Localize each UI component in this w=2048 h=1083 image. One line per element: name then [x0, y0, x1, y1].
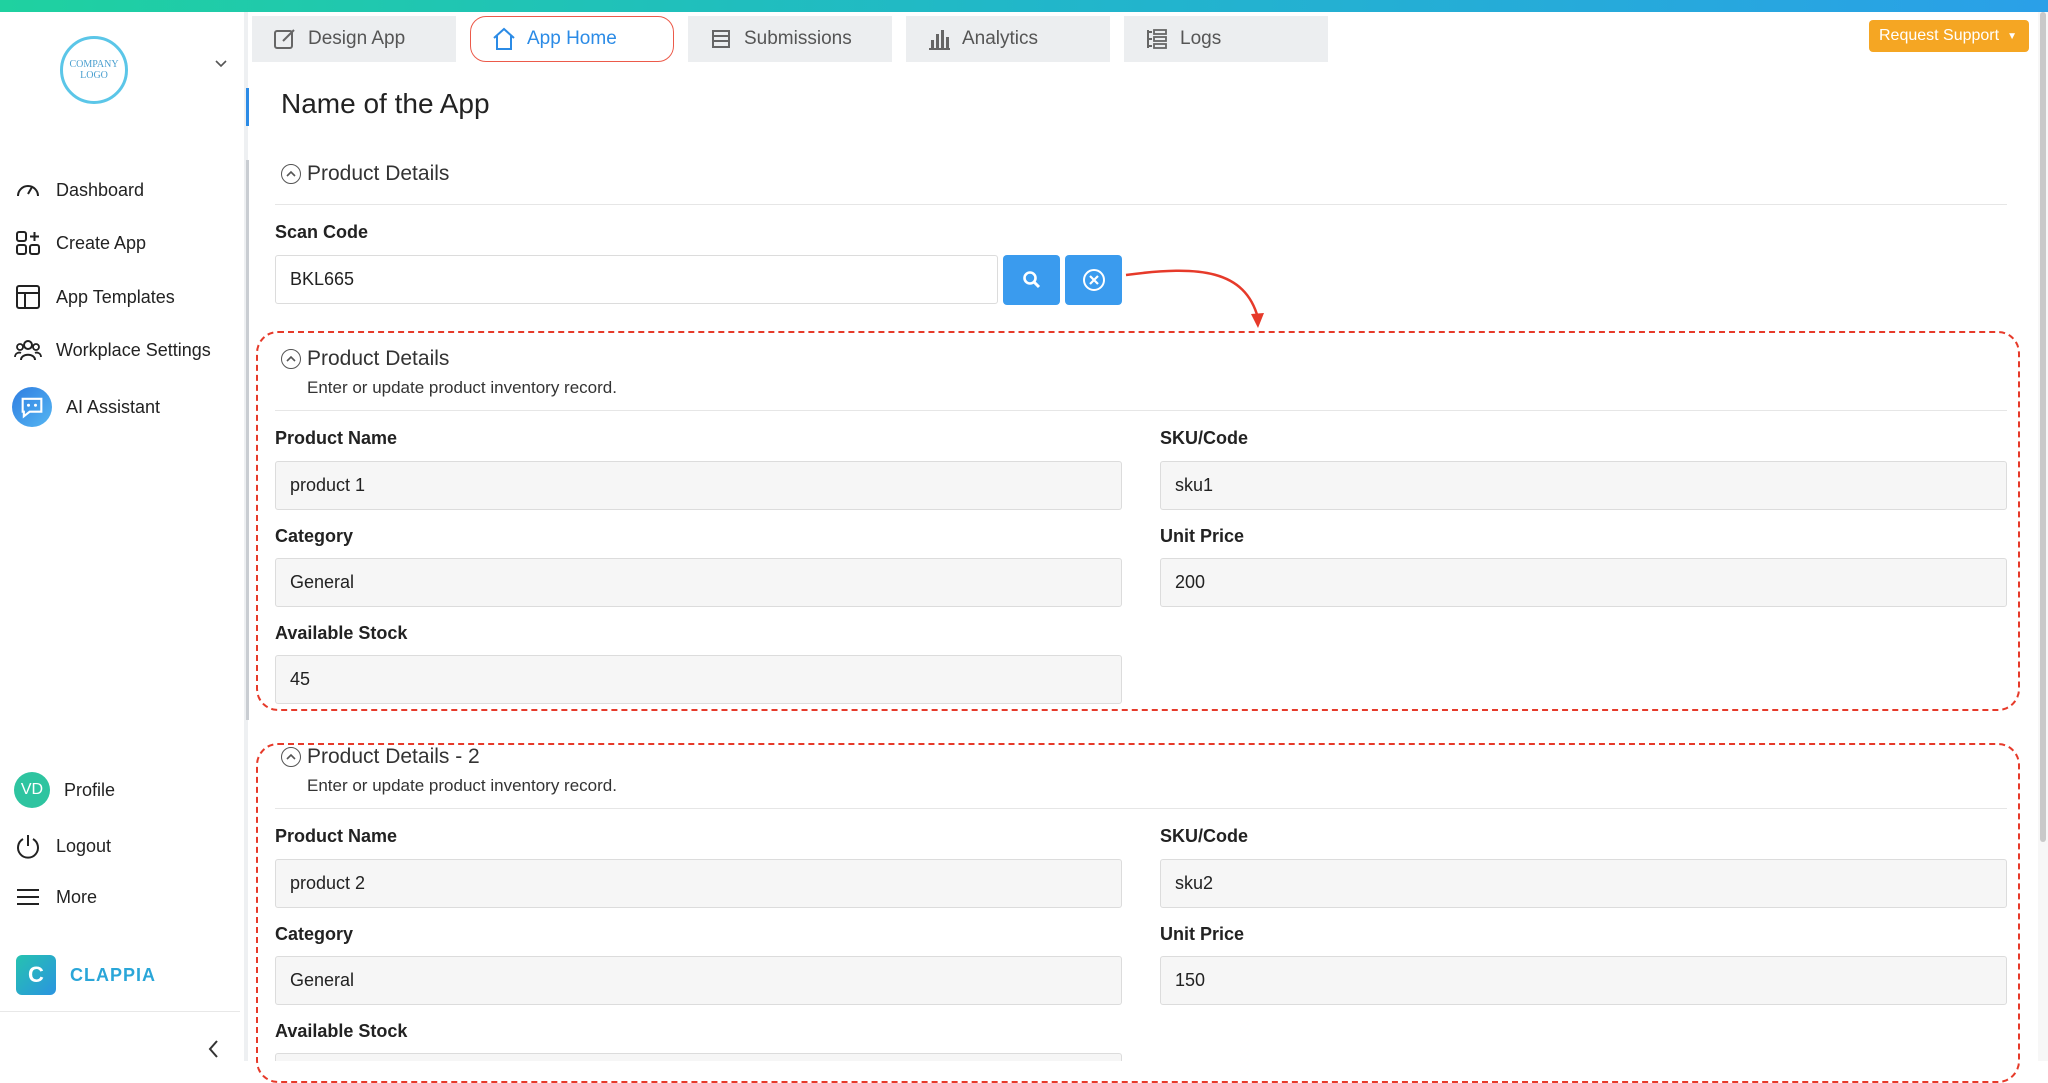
search-button[interactable] — [1003, 255, 1060, 305]
scan-code-label: Scan Code — [275, 222, 369, 242]
list-icon — [712, 30, 730, 48]
section-header-product-details-2[interactable]: Product Details - 2 — [281, 745, 480, 769]
chevron-up-icon — [281, 747, 301, 767]
product-name-label: Product Name — [275, 428, 398, 448]
sidebar-item-more[interactable]: More — [14, 877, 97, 917]
tab-design-app[interactable]: Design App — [252, 16, 456, 62]
clappia-logo-icon: C — [16, 955, 56, 995]
category-label: Category — [275, 526, 354, 546]
scan-code-input[interactable]: BKL665 — [275, 255, 998, 304]
divider — [275, 410, 2007, 411]
ai-chat-icon — [12, 387, 52, 427]
section-title: Product Details — [307, 162, 450, 185]
product-name-field[interactable]: product 2 — [275, 859, 1122, 908]
unit-price-label: Unit Price — [1160, 526, 1245, 546]
gauge-icon — [17, 185, 39, 197]
sidebar-item-label: Create App — [56, 232, 147, 253]
divider — [275, 204, 2007, 205]
category-label: Category — [275, 924, 354, 944]
clear-button[interactable] — [1065, 255, 1122, 305]
edit-icon — [274, 29, 295, 49]
sidebar: COMPANY LOGO Dashboard Create App App Te… — [0, 12, 240, 1061]
available-stock-label: Available Stock — [275, 1021, 408, 1041]
menu-icon — [17, 889, 39, 905]
sidebar-item-app-templates[interactable]: App Templates — [14, 277, 175, 317]
sku-label: SKU/Code — [1160, 826, 1249, 846]
search-icon — [1022, 271, 1040, 289]
title-accent-bar — [246, 88, 249, 126]
brand-name: CLAPPIA — [70, 964, 157, 985]
sidebar-item-dashboard[interactable]: Dashboard — [14, 170, 144, 210]
template-icon — [16, 285, 40, 309]
logs-icon — [1147, 29, 1167, 49]
sidebar-item-label: App Templates — [56, 286, 175, 307]
product-name-field[interactable]: product 1 — [275, 461, 1122, 510]
unit-price-field[interactable]: 200 — [1160, 558, 2007, 607]
divider — [275, 808, 2007, 809]
power-icon — [17, 835, 39, 859]
sidebar-item-ai-assistant[interactable]: AI Assistant — [12, 387, 161, 427]
available-stock-field[interactable]: 45 — [275, 655, 1122, 704]
bar-chart-icon — [929, 30, 950, 50]
request-support-button[interactable]: Request Support ▼ — [1869, 20, 2029, 52]
sidebar-item-create-app[interactable]: Create App — [14, 223, 146, 263]
grid-plus-icon — [16, 231, 40, 255]
section-header-product-details-1[interactable]: Product Details — [281, 347, 449, 371]
sidebar-item-label: Workplace Settings — [56, 339, 211, 360]
divider — [0, 1011, 240, 1012]
close-circle-icon — [1082, 269, 1105, 291]
tab-label: Logs — [1180, 28, 1222, 49]
tab-app-home[interactable]: App Home — [470, 16, 674, 62]
home-icon — [493, 27, 515, 50]
available-stock-label: Available Stock — [275, 623, 408, 643]
tab-label: Analytics — [962, 28, 1039, 49]
sidebar-item-label: Profile — [64, 779, 116, 800]
caret-down-icon: ▼ — [2007, 30, 2017, 42]
section-scroll-indicator — [246, 160, 249, 720]
top-gradient-bar — [0, 0, 2048, 12]
unit-price-field[interactable]: 150 — [1160, 956, 2007, 1005]
tab-analytics[interactable]: Analytics — [906, 16, 1110, 62]
request-support-label: Request Support — [1879, 27, 2000, 44]
sidebar-item-label: Logout — [56, 835, 112, 856]
sku-field[interactable]: sku2 — [1160, 859, 2007, 908]
app-tabs: Design App App Home Submissions Analytic… — [252, 16, 1328, 62]
company-logo[interactable]: COMPANY LOGO — [60, 36, 128, 104]
unit-price-label: Unit Price — [1160, 924, 1245, 944]
page-scrollbar[interactable] — [2038, 12, 2048, 1061]
chevron-down-icon[interactable] — [214, 56, 228, 70]
sidebar-item-label: Dashboard — [56, 179, 145, 200]
sidebar-item-workplace-settings[interactable]: Workplace Settings — [14, 330, 211, 370]
tab-logs[interactable]: Logs — [1124, 16, 1328, 62]
avatar: VD — [14, 772, 50, 808]
logo-text: COMPANY LOGO — [69, 59, 119, 81]
sidebar-item-logout[interactable]: Logout — [14, 826, 111, 866]
section-description: Enter or update product inventory record… — [307, 776, 617, 795]
product-name-label: Product Name — [275, 826, 398, 846]
sidebar-item-label: More — [56, 886, 98, 907]
tab-label: Submissions — [744, 28, 852, 49]
sidebar-item-label: AI Assistant — [66, 396, 161, 417]
category-field[interactable]: General — [275, 558, 1122, 607]
section-title: Product Details - 2 — [307, 745, 480, 768]
brand: C CLAPPIA — [16, 955, 156, 995]
page-title: Name of the App — [281, 88, 490, 119]
sku-label: SKU/Code — [1160, 428, 1249, 448]
section-title: Product Details — [307, 347, 450, 370]
scrollbar-thumb[interactable] — [2040, 12, 2046, 842]
tab-label: App Home — [527, 28, 617, 49]
sidebar-item-profile[interactable]: VD Profile — [14, 770, 115, 810]
users-icon — [14, 340, 42, 361]
chevron-up-icon — [281, 349, 301, 369]
collapse-sidebar-icon[interactable] — [204, 1037, 224, 1061]
section-header-product-details[interactable]: Product Details — [281, 162, 449, 186]
sku-field[interactable]: sku1 — [1160, 461, 2007, 510]
chevron-up-icon — [281, 164, 301, 184]
tab-label: Design App — [308, 28, 406, 49]
section-description: Enter or update product inventory record… — [307, 378, 617, 397]
tab-submissions[interactable]: Submissions — [688, 16, 892, 62]
available-stock-field[interactable] — [275, 1053, 1122, 1061]
category-field[interactable]: General — [275, 956, 1122, 1005]
